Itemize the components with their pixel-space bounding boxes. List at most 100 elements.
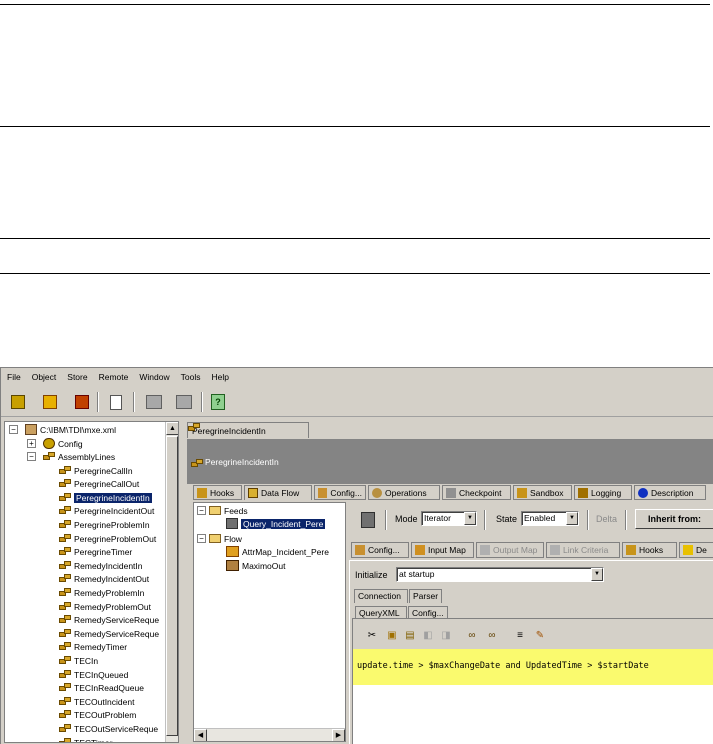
tree-assemblyline-label: TECTimer [74, 737, 113, 743]
find-icon[interactable]: ∞ [465, 629, 479, 642]
tree-assemblyline-item[interactable]: PeregrineTimer [59, 546, 132, 559]
tree-assemblyline-label: RemedyIncidentIn [74, 560, 143, 571]
tab-connection-label: Connection [358, 591, 402, 601]
tree-scrollbar[interactable]: ▲ [165, 422, 178, 742]
tab-output-map[interactable]: Output Map [476, 542, 544, 558]
tree-assemblyline-item[interactable]: TECIn [59, 654, 98, 667]
scroll-right-icon[interactable]: ▶ [332, 729, 345, 741]
tab-connection[interactable]: Connection [354, 589, 408, 603]
tree-config[interactable]: Config [43, 437, 83, 450]
open-config-button[interactable] [39, 391, 61, 413]
mode-select[interactable]: Iterator ▼ [421, 511, 477, 526]
feed-connector[interactable]: Query_Incident_Pere [226, 517, 327, 530]
tree-assemblyline-item[interactable]: PeregrineIncidentOut [59, 505, 154, 518]
tree-assemblyline-item[interactable]: RemedyProblemIn [59, 586, 144, 599]
tab-connector-hooks[interactable]: Hooks [622, 542, 677, 558]
menu-file[interactable]: File [7, 372, 21, 382]
data-flow-tree[interactable]: − Feeds Query_Incident_Pere − Flow AttrM… [193, 502, 346, 742]
tab-input-map[interactable]: Input Map [411, 542, 474, 558]
new-config-button[interactable] [7, 391, 29, 413]
tree-root[interactable]: C:\IBM\TDI\mxe.xml [25, 423, 116, 436]
replace-icon[interactable]: ∞ [485, 629, 499, 642]
tab-peregrineincidentin[interactable]: PeregrineIncidentIn [187, 422, 309, 438]
tree-assemblyline-item[interactable]: TECInQueued [59, 668, 128, 681]
flow-hscrollbar[interactable]: ◀ ▶ [194, 728, 345, 741]
menu-store[interactable]: Store [67, 372, 87, 382]
tab-checkpoint[interactable]: Checkpoint [442, 485, 511, 500]
tree-assemblyline-item[interactable]: PeregrineCallIn [59, 464, 133, 477]
chevron-down-icon[interactable]: ▼ [566, 512, 578, 525]
inherit-from-button[interactable]: Inherit from: [635, 509, 713, 529]
chevron-down-icon[interactable]: ▼ [464, 512, 476, 525]
tab-sandbox[interactable]: Sandbox [513, 485, 572, 500]
tree-assemblyline-item[interactable]: RemedyServiceReque [59, 627, 159, 640]
expand-icon[interactable]: + [27, 439, 36, 448]
delta-button[interactable]: Delta [596, 514, 617, 524]
tab-logging-label: Logging [591, 487, 622, 498]
collapse-icon[interactable]: − [197, 506, 206, 515]
collapse-icon[interactable]: − [9, 425, 18, 434]
collapse-icon[interactable]: − [197, 534, 206, 543]
settings-icon[interactable]: ✎ [533, 629, 547, 642]
help-button[interactable]: ? [207, 391, 229, 413]
tree-assemblyline-item[interactable]: RemedyServiceReque [59, 614, 159, 627]
config-tree[interactable]: − C:\IBM\TDI\mxe.xml + Config − Assembly… [4, 421, 179, 743]
connector-out-icon [226, 560, 239, 571]
script-editor[interactable]: ✂ ▣ ▤ ◧ ◨ ∞ ∞ ≡ ✎ update.time > $maxChan… [352, 618, 713, 744]
tree-assemblyline-item[interactable]: RemedyProblemOut [59, 600, 151, 613]
menu-tools[interactable]: Tools [181, 372, 201, 382]
tree-assemblyline-item[interactable]: TECTimer [59, 736, 113, 743]
paste-icon[interactable]: ▤ [403, 629, 417, 642]
menu-object[interactable]: Object [32, 372, 57, 382]
connector-details: Mode Iterator ▼ State Enabled ▼ Delta In… [349, 502, 713, 744]
tree-assemblyline-item[interactable]: PeregrineCallOut [59, 478, 139, 491]
copy-icon[interactable]: ▣ [385, 629, 399, 642]
save-config-button[interactable] [71, 391, 93, 413]
menu-window[interactable]: Window [139, 372, 169, 382]
redo-icon[interactable]: ◨ [439, 629, 453, 642]
tab-data-flow[interactable]: Data Flow [244, 485, 312, 500]
tab-logging[interactable]: Logging [574, 485, 632, 500]
menu-help[interactable]: Help [211, 372, 228, 382]
tree-assemblyline-item[interactable]: TECOutIncident [59, 695, 134, 708]
flow-attrmap[interactable]: AttrMap_Incident_Pere [226, 545, 329, 558]
scroll-up-icon[interactable]: ▲ [166, 422, 178, 435]
tree-assemblyline-label: RemedyServiceReque [74, 615, 160, 626]
format-icon[interactable]: ≡ [513, 629, 527, 642]
tree-feeds[interactable]: Feeds [209, 504, 248, 517]
tree-assemblyline-item[interactable]: PeregrineProblemOut [59, 532, 156, 545]
tab-description-partial[interactable]: De [679, 542, 713, 558]
chevron-down-icon[interactable]: ▼ [591, 568, 603, 581]
scroll-left-icon[interactable]: ◀ [194, 729, 207, 741]
run-button[interactable] [173, 391, 195, 413]
scroll-thumb[interactable] [166, 436, 178, 736]
initialize-select[interactable]: at startup ▼ [396, 567, 604, 582]
flow-maximoout[interactable]: MaximoOut [226, 559, 285, 572]
tree-assemblyline-item[interactable]: PeregrineProblemIn [59, 518, 150, 531]
tree-assemblyline-item[interactable]: RemedyIncidentOut [59, 573, 149, 586]
tab-connector-config[interactable]: Config... [351, 542, 409, 558]
tab-link-criteria[interactable]: Link Criteria [546, 542, 620, 558]
tab-description[interactable]: Description [634, 485, 706, 500]
tree-assemblyline-item[interactable]: RemedyIncidentIn [59, 559, 143, 572]
tree-assemblyline-item[interactable]: TECInReadQueue [59, 682, 144, 695]
stop-button[interactable] [143, 391, 165, 413]
tab-config[interactable]: Config... [314, 485, 366, 500]
menu-remote[interactable]: Remote [99, 372, 129, 382]
tree-assemblyline-item[interactable]: TECOutServiceReque [59, 722, 158, 735]
tree-flow[interactable]: Flow [209, 532, 242, 545]
tab-hooks[interactable]: Hooks [193, 485, 242, 500]
run-icon [176, 395, 192, 409]
code-area[interactable]: update.time > $maxChangeDate and Updated… [353, 649, 713, 744]
collapse-icon[interactable]: − [27, 452, 36, 461]
tree-assemblyline-item[interactable]: RemedyTimer [59, 641, 127, 654]
undo-icon[interactable]: ◧ [421, 629, 435, 642]
state-select[interactable]: Enabled ▼ [521, 511, 579, 526]
tree-assemblylines[interactable]: AssemblyLines [43, 450, 115, 463]
properties-button[interactable] [105, 391, 127, 413]
cut-icon[interactable]: ✂ [365, 629, 379, 642]
tree-assemblyline-item[interactable]: TECOutProblem [59, 709, 136, 722]
tab-operations[interactable]: Operations [368, 485, 440, 500]
tree-assemblyline-item[interactable]: PeregrineIncidentIn [59, 491, 153, 504]
tab-parser[interactable]: Parser [409, 589, 442, 603]
